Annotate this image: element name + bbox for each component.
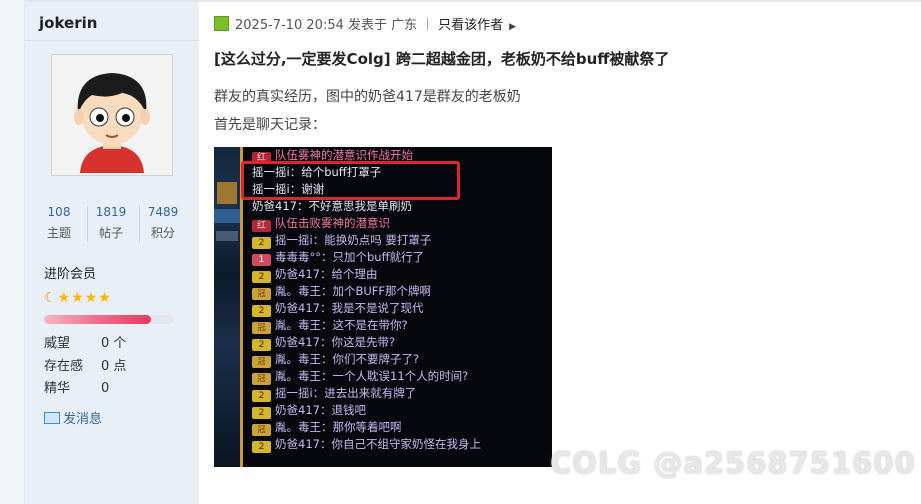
stat-threads[interactable]: 108 主题 (34, 202, 84, 244)
post-meta: 2025-7-10 20:54 发表于 广东 只看该作者 ▶ (214, 14, 516, 34)
game-ui-panel (214, 209, 240, 223)
triangle-right-icon: ▶ (509, 22, 517, 32)
chat-text: 奶爸417：给个理由 (275, 267, 378, 281)
author-stats: 108 主题 1819 帖子 7489 积分 (25, 202, 199, 246)
chat-badge-icon: 冠 (252, 424, 271, 436)
view-author-only-link[interactable]: 只看该作者 (438, 18, 503, 33)
chat-badge-icon: 1 (252, 254, 271, 266)
avatar-cartoon-icon (52, 55, 172, 175)
user-rank[interactable]: 进阶会员 (44, 263, 96, 282)
chat-text: 胤。毒王：加个BUFF那个牌啊 (275, 284, 432, 298)
author-sidebar: jokerin 108 主题 1819 帖子 7489 积分 进阶会员 ☾★★★… (25, 2, 199, 504)
stat-posts[interactable]: 1819 帖子 (86, 202, 136, 244)
chat-text: 胤。毒王：一个人耽误11个人的时间? (275, 369, 469, 383)
star-icon: ★ (98, 290, 111, 306)
info-presence-value: 0 点 (101, 359, 127, 374)
post-time: 2025-7-10 20:54 (235, 18, 344, 33)
chat-line: 2 摇一摇i：进去出来就有牌了 (252, 385, 416, 402)
star-icon: ★ (57, 290, 71, 306)
moon-icon: ☾ (44, 290, 57, 306)
chat-text: 奶爸417：你这是先带? (275, 335, 396, 349)
chat-badge-icon: 2 (252, 237, 271, 249)
chat-badge-icon: 2 (252, 339, 271, 351)
chat-line: 冠胤。毒王：加个BUFF那个牌啊 (252, 283, 431, 300)
game-ui-edge (214, 147, 240, 467)
chat-text: 毒毒毒°°：只加个buff就行了 (275, 250, 425, 264)
post-online-icon (214, 16, 229, 31)
stat-posts-label: 帖子 (98, 226, 123, 240)
avatar[interactable] (51, 54, 173, 176)
stat-threads-label: 主题 (46, 226, 71, 240)
stat-points[interactable]: 7489 积分 (138, 202, 188, 244)
stat-points-value: 7489 (147, 205, 179, 219)
chat-badge-icon: 冠 (252, 322, 271, 334)
watermark-text: COLG @a2568751600 (550, 446, 916, 480)
chat-text: 摇一摇i：进去出来就有牌了 (275, 386, 417, 400)
chat-badge-icon: 2 (252, 441, 271, 453)
post-paragraph: 群友的真实经历，图中的奶爸417是群友的老板奶 (214, 89, 521, 105)
chat-badge-icon: 2 (252, 407, 271, 419)
chat-line: 2 奶爸417：我是不是说了现代 (252, 300, 423, 317)
send-message-label: 发消息 (63, 412, 103, 427)
game-ui-panel (217, 182, 237, 204)
chat-line: 红队伍击败雾神的潜意识 (252, 215, 390, 232)
chat-line: 冠胤。毒王：一个人耽误11个人的时间? (252, 368, 468, 385)
send-message-link[interactable]: 发消息 (44, 408, 102, 427)
stat-points-label: 积分 (150, 226, 175, 240)
star-icon: ★ (84, 290, 98, 306)
info-digest-key: 精华 (44, 381, 71, 396)
highlight-box (241, 161, 460, 200)
info-presence: 存在感 0 点 (44, 355, 126, 375)
chat-badge-icon: 2 (252, 305, 271, 317)
chat-line: 冠胤。毒王：那你等着吧啊 (252, 419, 402, 436)
star-icon: ★ (71, 290, 84, 306)
post-location: 发表于 广东 (348, 18, 418, 33)
info-prestige-key: 威望 (44, 336, 71, 351)
author-username[interactable]: jokerin (39, 14, 97, 32)
chat-badge-icon: 红 (252, 220, 271, 232)
chat-line: 2 摇一摇i：能换奶点吗 要打罩子 (252, 232, 431, 249)
chat-text: 奶爸417：你自己不组守家奶怪在我身上 (275, 437, 481, 451)
stat-posts-value: 1819 (95, 205, 127, 219)
chat-line: 1 毒毒毒°°：只加个buff就行了 (252, 249, 424, 266)
post-title: [这么过分,一定要发Colg] 跨二超越金团，老板奶不给buff被献祭了 (214, 50, 670, 68)
chat-badge-icon: 冠 (252, 288, 271, 300)
chat-line: 冠胤。毒王：你们不要牌子了? (252, 351, 419, 368)
watermark: COLG @a2568751600 (550, 446, 916, 480)
chat-text: 胤。毒王：这不是在带你? (275, 318, 408, 332)
game-ui-panel (216, 231, 238, 241)
info-digest-value: 0 (101, 381, 110, 396)
rank-stars: ☾★★★★ (44, 287, 112, 306)
info-prestige: 威望 0 个 (44, 332, 126, 352)
chat-text: 奶爸417：我是不是说了现代 (275, 301, 424, 315)
stat-threads-value: 108 (47, 205, 71, 219)
level-progress-bar (44, 315, 174, 324)
chat-text: 奶爸417：不好意思我是单刷奶 (252, 199, 412, 213)
chat-badge-icon: 2 (252, 271, 271, 283)
chat-text: 奶爸417：退钱吧 (275, 403, 366, 417)
chat-text: 摇一摇i：能换奶点吗 要打罩子 (275, 233, 432, 247)
chat-text: 胤。毒王：你们不要牌子了? (275, 352, 420, 366)
envelope-icon (44, 412, 60, 424)
level-progress-fill (44, 315, 151, 324)
left-gutter (0, 0, 25, 504)
sidebar-divider (25, 40, 199, 41)
chat-line: 冠胤。毒王：这不是在带你? (252, 317, 408, 334)
chat-text: 队伍雾神的潜意识作战开始 (275, 148, 413, 162)
chat-text: 胤。毒王：那你等着吧啊 (275, 420, 402, 434)
meta-divider (427, 18, 429, 30)
post-paragraph: 首先是聊天记录： (214, 117, 326, 133)
chat-badge-icon: 冠 (252, 356, 271, 368)
chat-line: 2 奶爸417：你这是先带? (252, 334, 395, 351)
chat-badge-icon: 2 (252, 390, 271, 402)
chat-badge-icon: 冠 (252, 373, 271, 385)
chat-line: 2 奶爸417：你自己不组守家奶怪在我身上 (252, 436, 481, 453)
chat-line: 2 奶爸417：给个理由 (252, 266, 377, 283)
info-presence-key: 存在感 (44, 359, 84, 374)
chat-line: 2 奶爸417：退钱吧 (252, 402, 366, 419)
chat-line: 奶爸417：不好意思我是单刷奶 (252, 198, 412, 215)
info-digest: 精华 0 (44, 377, 109, 397)
info-prestige-value: 0 个 (101, 336, 127, 351)
chat-text: 队伍击败雾神的潜意识 (275, 216, 390, 230)
